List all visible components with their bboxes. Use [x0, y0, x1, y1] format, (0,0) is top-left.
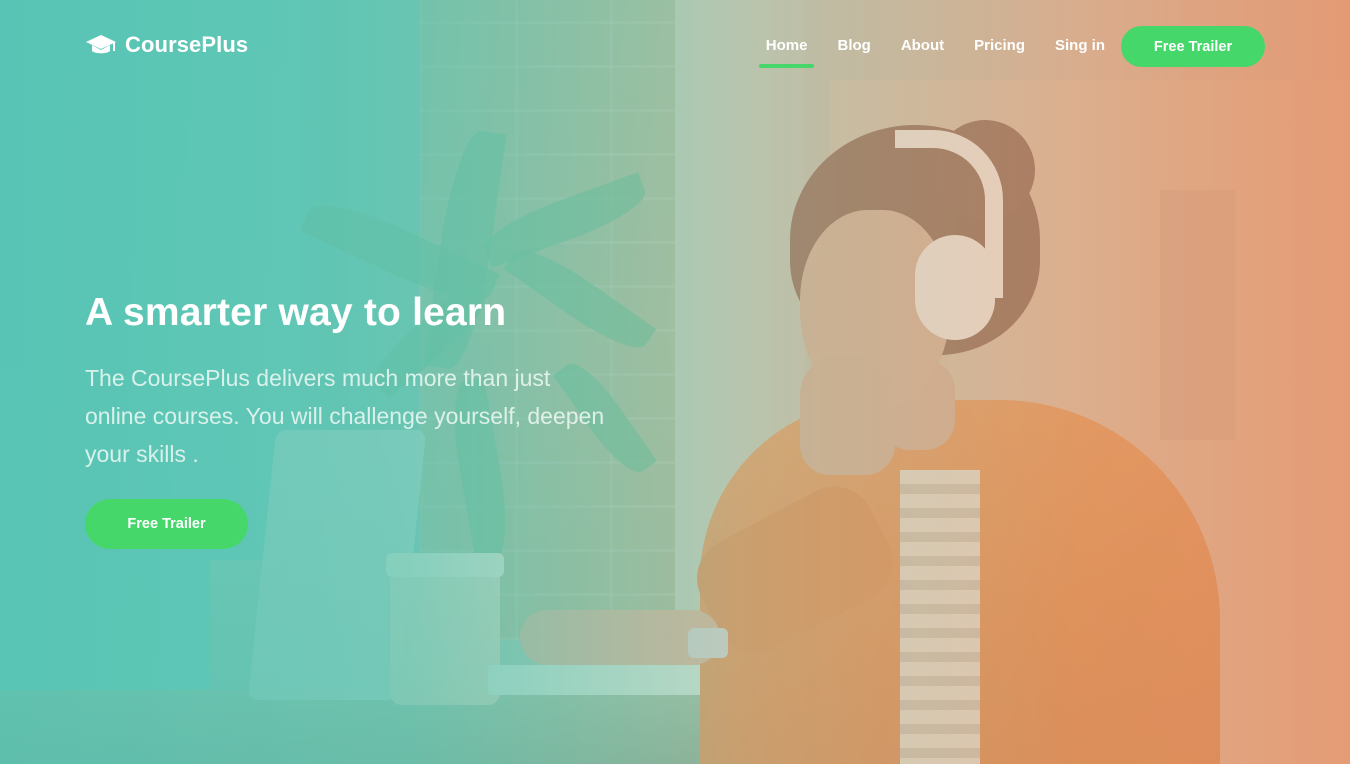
hero-title: A smarter way to learn — [85, 291, 507, 334]
nav-item-blog[interactable]: Blog — [837, 37, 870, 54]
brand-logo[interactable]: CoursePlus — [85, 32, 248, 58]
nav-links: Home Blog About Pricing Sing in — [758, 37, 1105, 68]
hero-content: A smarter way to learn The CoursePlus de… — [85, 290, 645, 549]
brand-name: CoursePlus — [125, 32, 249, 57]
nav-item-home[interactable]: Home — [758, 37, 815, 68]
nav-item-sign-in[interactable]: Sing in — [1055, 37, 1105, 54]
hero-description: The CoursePlus delivers much more than j… — [85, 364, 605, 467]
graduation-cap-icon — [85, 33, 117, 57]
hero-section: CoursePlus Home Blog About Pricing Sing … — [0, 0, 1350, 764]
nav-item-pricing[interactable]: Pricing — [974, 37, 1025, 54]
nav-free-trial-button[interactable]: Free Trailer — [1121, 26, 1265, 67]
navbar: CoursePlus Home Blog About Pricing Sing … — [0, 0, 1350, 92]
hero-free-trial-button[interactable]: Free Trailer — [85, 498, 248, 549]
nav-item-about[interactable]: About — [901, 37, 944, 54]
